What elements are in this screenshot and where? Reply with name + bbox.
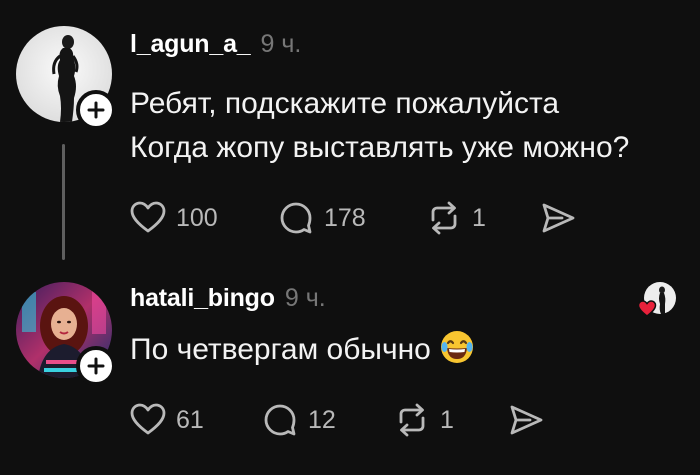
post-time: 9 ч. xyxy=(284,284,326,312)
like-button[interactable]: 61 xyxy=(128,400,204,440)
post-header: hatali_bingo 9 ч. xyxy=(130,284,326,313)
share-icon xyxy=(510,405,543,435)
comment-button[interactable]: 178 xyxy=(276,198,366,238)
comment-button[interactable]: 12 xyxy=(260,400,336,440)
comment-icon xyxy=(264,404,296,436)
heart-icon xyxy=(130,403,166,435)
op-liked-badge xyxy=(637,280,678,320)
share-button[interactable] xyxy=(538,198,578,238)
comment-count: 178 xyxy=(324,203,366,232)
share-button[interactable] xyxy=(506,400,546,440)
post-actions: 61 12 1 xyxy=(128,400,588,440)
follow-button[interactable] xyxy=(76,346,116,386)
comment-count: 12 xyxy=(308,405,336,434)
follow-button[interactable] xyxy=(76,90,116,130)
repost-icon xyxy=(431,201,457,235)
post-text-line: Когда жопу выставлять уже можно? xyxy=(130,131,630,164)
laughing-face-icon xyxy=(439,329,475,378)
post-text: По четвергам обычно xyxy=(130,328,475,378)
heart-icon xyxy=(637,300,657,317)
post-l-agun-a: l_agun_a_ 9 ч. Ребят, подскажите пожалуй… xyxy=(0,0,700,270)
avatar-wrap xyxy=(16,26,116,130)
post-hatali-bingo: hatali_bingo 9 ч. По четвергам обычно 61… xyxy=(0,270,700,475)
post-text-line: По четвергам обычно xyxy=(130,333,431,366)
heart-icon xyxy=(130,201,166,233)
repost-icon xyxy=(399,403,425,437)
comment-icon xyxy=(280,202,312,234)
like-button[interactable]: 100 xyxy=(128,198,218,238)
repost-button[interactable]: 1 xyxy=(392,400,454,440)
share-icon xyxy=(542,203,575,233)
avatar-wrap xyxy=(16,282,116,386)
username[interactable]: hatali_bingo xyxy=(130,284,275,313)
post-time: 9 ч. xyxy=(260,30,302,58)
plus-icon xyxy=(87,101,105,119)
like-count: 100 xyxy=(176,203,218,232)
post-text-line: Ребят, подскажите пожалуйста xyxy=(130,87,560,120)
post-text: Ребят, подскажите пожалуйста Когда жопу … xyxy=(130,82,629,170)
like-count: 61 xyxy=(176,405,204,434)
username[interactable]: l_agun_a_ xyxy=(130,30,251,59)
plus-icon xyxy=(87,357,105,375)
post-actions: 100 178 1 xyxy=(128,198,588,238)
thread-line xyxy=(62,144,65,260)
post-header: l_agun_a_ 9 ч. xyxy=(130,30,301,59)
repost-count: 1 xyxy=(472,203,486,232)
repost-button[interactable]: 1 xyxy=(424,198,486,238)
repost-count: 1 xyxy=(440,405,454,434)
